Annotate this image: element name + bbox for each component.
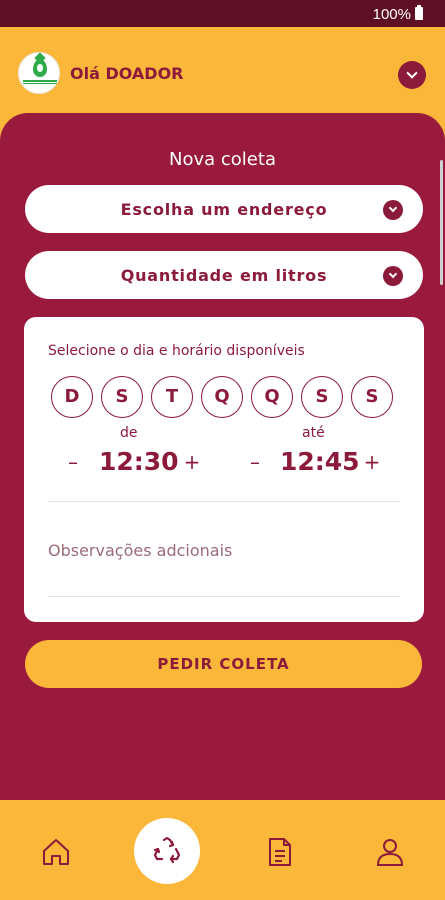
to-time-increment-button[interactable]: + (362, 450, 382, 474)
day-monday[interactable]: S (101, 376, 143, 418)
to-time-label: até (302, 425, 325, 441)
day-wednesday[interactable]: Q (201, 376, 243, 418)
day-sunday[interactable]: D (51, 376, 93, 418)
from-time-label: de (120, 425, 138, 441)
address-select[interactable]: Escolha um endereço (25, 185, 423, 233)
page-title: Nova coleta (169, 149, 276, 170)
bottom-navigation (0, 800, 445, 900)
from-time-decrement-button[interactable]: – (63, 450, 83, 474)
app-header: Olá DOADOR (0, 27, 445, 117)
observations-input[interactable] (48, 541, 400, 560)
nav-collect[interactable] (134, 818, 200, 884)
user-icon (376, 839, 404, 866)
to-time-value: 12:45 (280, 447, 360, 476)
greeting-text: Olá DOADOR (70, 64, 184, 83)
day-selector: D S T Q Q S S (51, 376, 401, 418)
quantity-select-label: Quantidade em litros (120, 266, 328, 285)
app-logo (18, 52, 60, 94)
chevron-down-icon (406, 67, 418, 79)
quantity-select[interactable]: Quantidade em litros (25, 251, 423, 299)
schedule-card: Selecione o dia e horário disponíveis D … (24, 317, 424, 622)
from-time-increment-button[interactable]: + (182, 450, 202, 474)
address-select-label: Escolha um endereço (120, 200, 328, 219)
document-icon (269, 838, 291, 866)
recycle-icon (153, 836, 181, 864)
battery-icon (415, 5, 423, 20)
request-collection-button[interactable]: PEDIR COLETA (25, 640, 422, 688)
drop-icon (33, 59, 47, 77)
status-bar: 100% (0, 0, 445, 27)
chevron-down-icon (383, 200, 403, 220)
day-saturday[interactable]: S (351, 376, 393, 418)
divider (48, 501, 400, 502)
account-menu-button[interactable] (398, 61, 426, 89)
nav-profile[interactable] (370, 832, 410, 872)
from-time-value: 12:30 (99, 447, 179, 476)
home-icon (43, 839, 69, 865)
nav-documents[interactable] (260, 832, 300, 872)
day-friday[interactable]: S (301, 376, 343, 418)
scrollbar[interactable] (440, 160, 443, 285)
day-tuesday[interactable]: T (151, 376, 193, 418)
day-thursday[interactable]: Q (251, 376, 293, 418)
to-time-decrement-button[interactable]: – (245, 450, 265, 474)
schedule-label: Selecione o dia e horário disponíveis (48, 343, 305, 359)
divider (48, 596, 400, 597)
battery-level: 100% (372, 6, 411, 23)
chevron-down-icon (383, 266, 403, 286)
nav-home[interactable] (36, 832, 76, 872)
